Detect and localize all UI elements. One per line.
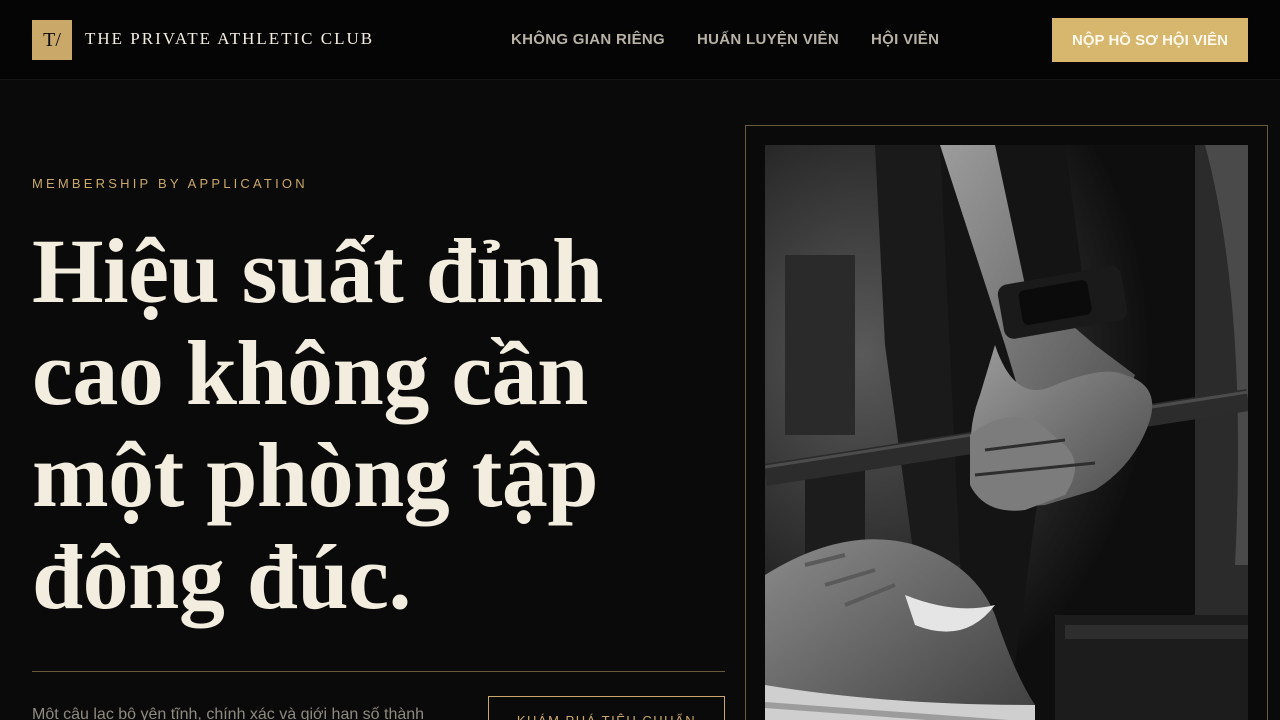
nav-link-coaches[interactable]: HUẤN LUYỆN VIÊN [697, 31, 839, 48]
hero-eyebrow: MEMBERSHIP BY APPLICATION [32, 176, 308, 191]
nav-link-private-space[interactable]: KHÔNG GIAN RIÊNG [511, 31, 665, 48]
hero-headline: Hiệu suất đỉnh cao không cần một phòng t… [32, 220, 603, 628]
explore-standards-button[interactable]: KHÁM PHÁ TIÊU CHUẨN [488, 696, 725, 720]
hero-divider [32, 671, 725, 672]
apply-membership-button[interactable]: NỘP HỒ SƠ HỘI VIÊN [1052, 18, 1248, 62]
nav-link-members[interactable]: HỘI VIÊN [871, 31, 939, 48]
hero-intro: Một câu lạc bộ yên tĩnh, chính xác và gi… [32, 706, 425, 720]
brand-name[interactable]: THE PRIVATE ATHLETIC CLUB [85, 29, 374, 49]
hero-photo [765, 145, 1248, 720]
athlete-gripping-barbell-image [765, 145, 1248, 720]
main-nav: KHÔNG GIAN RIÊNG HUẤN LUYỆN VIÊN HỘI VIÊ… [511, 31, 939, 48]
logo-mark[interactable]: T/ [32, 20, 72, 60]
site-header: T/ THE PRIVATE ATHLETIC CLUB KHÔNG GIAN … [0, 0, 1280, 80]
